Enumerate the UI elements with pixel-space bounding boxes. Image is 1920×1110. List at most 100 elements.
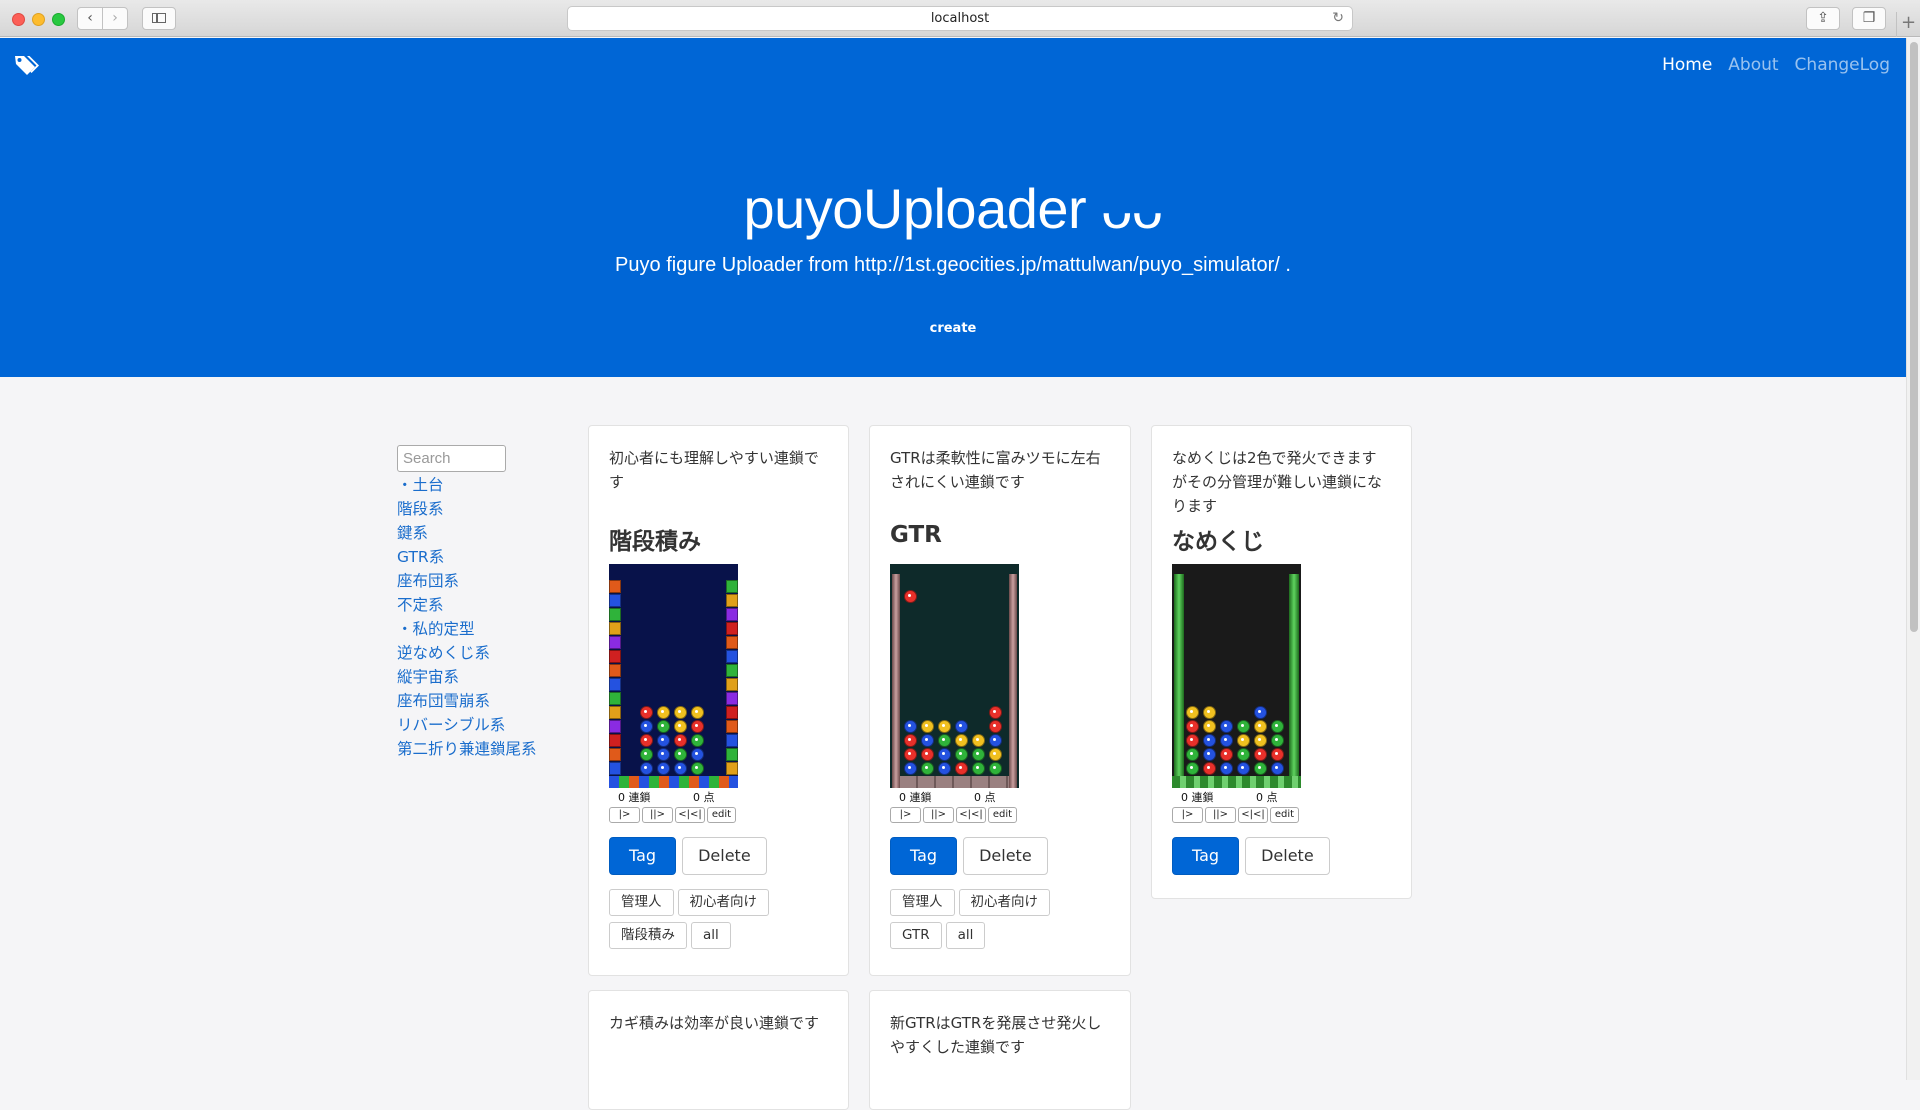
puyo-piece: [691, 748, 704, 761]
wall-block: [726, 650, 738, 663]
board-pillar: [1009, 574, 1017, 788]
sidebar-toggle-button[interactable]: [142, 7, 176, 30]
rewind-button[interactable]: <|<|: [675, 807, 705, 823]
edit-button[interactable]: edit: [707, 807, 736, 823]
scrollbar-thumb[interactable]: [1910, 42, 1918, 632]
back-button[interactable]: ‹: [77, 7, 103, 30]
tag-badge[interactable]: 階段積み: [609, 922, 687, 949]
puyo-face-icon: ᴗᴗ: [1101, 177, 1163, 240]
puyo-piece: [938, 720, 951, 733]
create-link[interactable]: create: [0, 321, 1906, 336]
score-value: 0 点: [974, 791, 996, 804]
delete-button[interactable]: Delete: [1245, 837, 1330, 875]
chain-count: 0 連鎖: [618, 791, 651, 804]
zoom-window-icon[interactable]: [52, 13, 65, 26]
wall-block: [726, 622, 738, 635]
rewind-button[interactable]: <|<|: [1238, 807, 1268, 823]
rewind-button[interactable]: <|<|: [956, 807, 986, 823]
wall-block: [609, 748, 621, 761]
card-description: なめくじは2色で発火できますがその分管理が難しい連鎖になります: [1172, 449, 1383, 515]
show-tabs-button[interactable]: ❐: [1852, 7, 1886, 30]
wall-block: [726, 580, 738, 593]
delete-button[interactable]: Delete: [963, 837, 1048, 875]
sidebar-item-tate-uchu[interactable]: 縦宇宙系: [397, 665, 557, 689]
wall-block: [726, 734, 738, 747]
step-button[interactable]: ||>: [642, 807, 673, 823]
score-value: 0 点: [693, 791, 715, 804]
tag-badge[interactable]: 初心者向け: [677, 889, 769, 916]
close-window-icon[interactable]: [12, 13, 25, 26]
nav-changelog-link[interactable]: ChangeLog: [1795, 55, 1890, 75]
figure-card: GTRは柔軟性に富みツモに左右されにくい連鎖です GTR 0 連鎖 0 点 |>…: [869, 425, 1131, 976]
card-description: 初心者にも理解しやすい連鎖です: [609, 449, 819, 491]
puyo-piece: [955, 762, 968, 775]
tag-badge[interactable]: 管理人: [890, 889, 955, 916]
puyo-piece: [972, 748, 985, 761]
address-bar[interactable]: localhost ↻: [567, 6, 1353, 31]
search-input[interactable]: [397, 445, 506, 472]
sidebar-item-gtr[interactable]: GTR系: [397, 545, 557, 569]
tag-badge[interactable]: GTR: [890, 922, 942, 949]
puyo-piece: [674, 720, 687, 733]
wall-block: [726, 678, 738, 691]
sidebar-item-zabuton-nadare[interactable]: 座布団雪崩系: [397, 689, 557, 713]
share-icon: ⇪: [1817, 10, 1829, 26]
sidebar-item-dodai[interactable]: ・土台: [397, 473, 557, 497]
sidebar-item-kaidan[interactable]: 階段系: [397, 497, 557, 521]
tag-badge[interactable]: all: [691, 922, 731, 949]
forward-button[interactable]: ›: [102, 7, 128, 30]
tags-icon[interactable]: [14, 54, 40, 76]
puyo-grid: [1184, 580, 1289, 778]
minimize-window-icon[interactable]: [32, 13, 45, 26]
puyo-board-image: [1172, 564, 1301, 788]
nav-about-link[interactable]: About: [1728, 55, 1778, 75]
puyo-piece: [674, 762, 687, 775]
sidebar-item-reversible[interactable]: リバーシブル系: [397, 713, 557, 737]
edit-button[interactable]: edit: [1270, 807, 1299, 823]
puyo-grid: [902, 580, 1007, 778]
puyo-piece: [657, 734, 670, 747]
tag-button[interactable]: Tag: [609, 837, 677, 875]
share-button[interactable]: ⇪: [1806, 7, 1840, 30]
puyo-piece: [938, 748, 951, 761]
card-title: なめくじ: [1172, 529, 1264, 555]
tag-button[interactable]: Tag: [1172, 837, 1240, 875]
tag-badge[interactable]: 管理人: [609, 889, 674, 916]
tag-badges: 管理人 初心者向け GTR all: [890, 889, 1090, 949]
delete-button[interactable]: Delete: [682, 837, 767, 875]
step-button[interactable]: ||>: [923, 807, 954, 823]
tag-button[interactable]: Tag: [890, 837, 958, 875]
puyo-piece: [921, 748, 934, 761]
play-button[interactable]: |>: [890, 807, 921, 823]
puyo-piece: [1203, 748, 1216, 761]
wall-block: [609, 678, 621, 691]
puyo-piece: [1220, 748, 1233, 761]
puyo-piece: [904, 748, 917, 761]
sidebar-item-reverse-namekuji[interactable]: 逆なめくじ系: [397, 641, 557, 665]
sidebar-item-private[interactable]: ・私的定型: [397, 617, 557, 641]
tag-list: ・土台 階段系 鍵系 GTR系 座布団系 不定系 ・私的定型 逆なめくじ系 縦宇…: [397, 473, 557, 761]
tag-sidebar: ・土台 階段系 鍵系 GTR系 座布団系 不定系 ・私的定型 逆なめくじ系 縦宇…: [397, 445, 557, 761]
playback-controls: |> ||> <|<| edit: [1172, 807, 1301, 823]
wall-block: [726, 720, 738, 733]
puyo-piece: [955, 748, 968, 761]
sidebar-item-second-fold[interactable]: 第二折り兼連鎖尾系: [397, 737, 557, 761]
tag-badge[interactable]: 初心者向け: [958, 889, 1050, 916]
puyo-grid: [621, 580, 726, 778]
puyo-piece: [691, 720, 704, 733]
page-scrollbar[interactable]: [1906, 38, 1920, 1080]
tag-badge[interactable]: all: [945, 922, 986, 949]
puyo-piece: [989, 734, 1002, 747]
step-button[interactable]: ||>: [1205, 807, 1236, 823]
puyo-piece: [972, 762, 985, 775]
sidebar-item-futei[interactable]: 不定系: [397, 593, 557, 617]
nav-home-link[interactable]: Home: [1662, 55, 1712, 75]
play-button[interactable]: |>: [609, 807, 640, 823]
sidebar-item-zabuton[interactable]: 座布団系: [397, 569, 557, 593]
new-tab-button[interactable]: +: [1896, 12, 1920, 37]
sidebar-item-kagi[interactable]: 鍵系: [397, 521, 557, 545]
page-subtitle: Puyo figure Uploader from http://1st.geo…: [615, 254, 1291, 276]
play-button[interactable]: |>: [1172, 807, 1203, 823]
edit-button[interactable]: edit: [988, 807, 1017, 823]
reload-icon[interactable]: ↻: [1332, 7, 1344, 30]
